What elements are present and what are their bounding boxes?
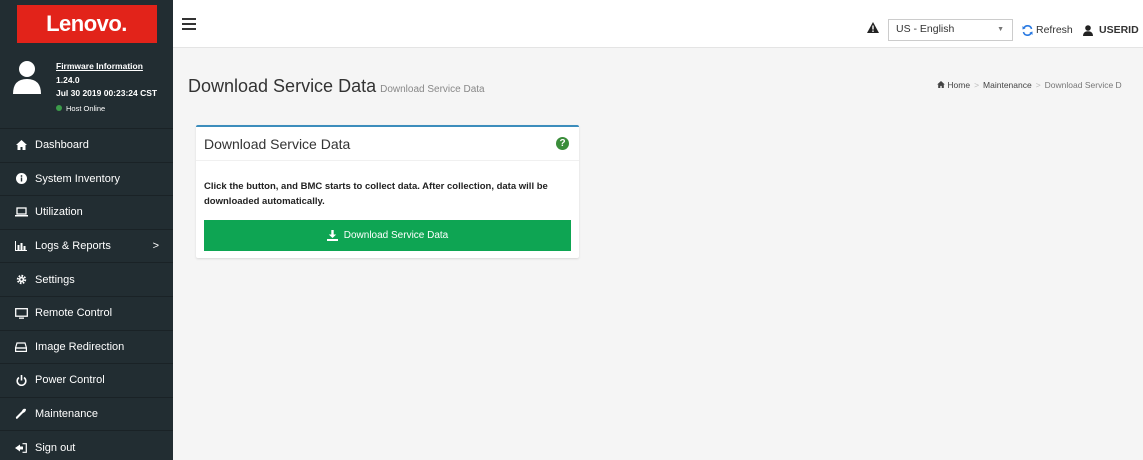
user-label: USERID	[1099, 24, 1139, 36]
status-dot-icon	[56, 105, 62, 112]
firmware-datetime: Jul 30 2019 00:23:24 CST	[56, 88, 158, 98]
sidebar-item-label: Sign out	[35, 441, 76, 454]
sidebar-item-logs-reports[interactable]: Logs & Reports >	[0, 228, 173, 263]
sidebar-item-maintenance[interactable]: Maintenance	[0, 396, 173, 431]
home-icon	[937, 81, 945, 88]
sidebar-item-label: Logs & Reports	[35, 240, 111, 253]
page-title: Download Service Data Download Service Da…	[188, 76, 485, 97]
page-title-text: Download Service Data	[188, 76, 377, 96]
gear-icon	[14, 274, 28, 286]
refresh-button[interactable]: Refresh	[1022, 24, 1073, 36]
user-panel: Firmware Information 1.24.0 Jul 30 2019 …	[0, 48, 173, 128]
host-status-label: Host Online	[66, 103, 106, 113]
sidebar-item-power-control[interactable]: Power Control	[0, 363, 173, 397]
breadcrumb: Home > Maintenance > Download Service D	[937, 80, 1122, 90]
help-icon[interactable]: ?	[556, 137, 569, 150]
card-description: Click the button, and BMC starts to coll…	[204, 181, 548, 207]
sign-out-icon	[14, 442, 28, 454]
sidebar-item-sign-out[interactable]: Sign out	[0, 430, 173, 460]
wrench-icon	[14, 408, 28, 420]
sidebar-item-label: Power Control	[35, 374, 105, 387]
page-subtitle: Download Service Data	[380, 84, 485, 95]
caret-down-icon: ▼	[997, 26, 1004, 33]
breadcrumb-home-label: Home	[947, 80, 971, 90]
breadcrumb-separator: >	[974, 80, 980, 90]
firmware-version: 1.24.0	[56, 74, 80, 85]
sidebar-item-remote-control[interactable]: Remote Control	[0, 295, 173, 330]
user-icon	[1083, 24, 1093, 36]
breadcrumb-current: Download Service D	[1044, 80, 1122, 90]
sidebar-item-image-redirection[interactable]: Image Redirection	[0, 329, 173, 364]
card-header: Download Service Data ?	[196, 127, 579, 161]
download-service-data-card: Download Service Data ? Click the button…	[196, 125, 579, 258]
monitor-icon	[14, 307, 28, 319]
logo-area: Lenovo.	[0, 0, 173, 48]
sidebar-item-label: Maintenance	[35, 408, 98, 421]
user-menu[interactable]: USERID	[1083, 24, 1139, 36]
sidebar: Lenovo. Firmware Information 1.24.0 Jul …	[0, 0, 173, 460]
sidebar-item-label: Settings	[35, 273, 75, 286]
host-status: Host Online	[56, 102, 157, 116]
sidebar-item-label: System Inventory	[35, 172, 120, 185]
sidebar-item-system-inventory[interactable]: System Inventory	[0, 161, 173, 196]
breadcrumb-home[interactable]: Home	[937, 80, 970, 90]
sidebar-item-label: Utilization	[35, 206, 83, 219]
laptop-icon	[14, 206, 28, 218]
breadcrumb-maintenance[interactable]: Maintenance	[983, 80, 1032, 90]
bar-chart-icon	[14, 240, 28, 252]
card-title: Download Service Data	[204, 136, 351, 152]
download-service-data-button[interactable]: Download Service Data	[204, 220, 571, 251]
info-icon	[14, 173, 28, 185]
firmware-info-link[interactable]: Firmware Information	[56, 60, 157, 74]
sidebar-item-label: Remote Control	[35, 307, 113, 320]
sidebar-item-label: Dashboard	[35, 139, 89, 152]
refresh-icon	[1022, 24, 1033, 36]
download-icon	[326, 230, 338, 241]
top-bar: US - English ▼ Refresh USERID	[173, 0, 1143, 48]
hamburger-menu-icon[interactable]	[182, 18, 196, 30]
sidebar-item-settings[interactable]: Settings	[0, 262, 173, 296]
home-icon	[14, 139, 28, 151]
sidebar-nav: Dashboard System Inventory Utilization L…	[0, 128, 173, 460]
lenovo-logo[interactable]: Lenovo.	[16, 5, 157, 43]
drive-icon	[14, 341, 28, 353]
sidebar-item-dashboard[interactable]: Dashboard	[0, 128, 173, 162]
sidebar-item-label: Image Redirection	[35, 340, 125, 353]
firmware-info: Firmware Information 1.24.0 Jul 30 2019 …	[56, 60, 157, 115]
warning-icon[interactable]	[867, 22, 879, 33]
language-select-value: US - English	[896, 23, 955, 35]
language-select[interactable]: US - English ▼	[888, 19, 1013, 41]
refresh-label: Refresh	[1036, 24, 1073, 36]
user-avatar-icon	[13, 61, 41, 94]
sidebar-item-utilization[interactable]: Utilization	[0, 195, 173, 229]
power-icon	[14, 374, 28, 386]
chevron-right-icon: >	[152, 239, 159, 252]
download-button-label: Download Service Data	[343, 230, 449, 241]
breadcrumb-separator: >	[1035, 80, 1041, 90]
